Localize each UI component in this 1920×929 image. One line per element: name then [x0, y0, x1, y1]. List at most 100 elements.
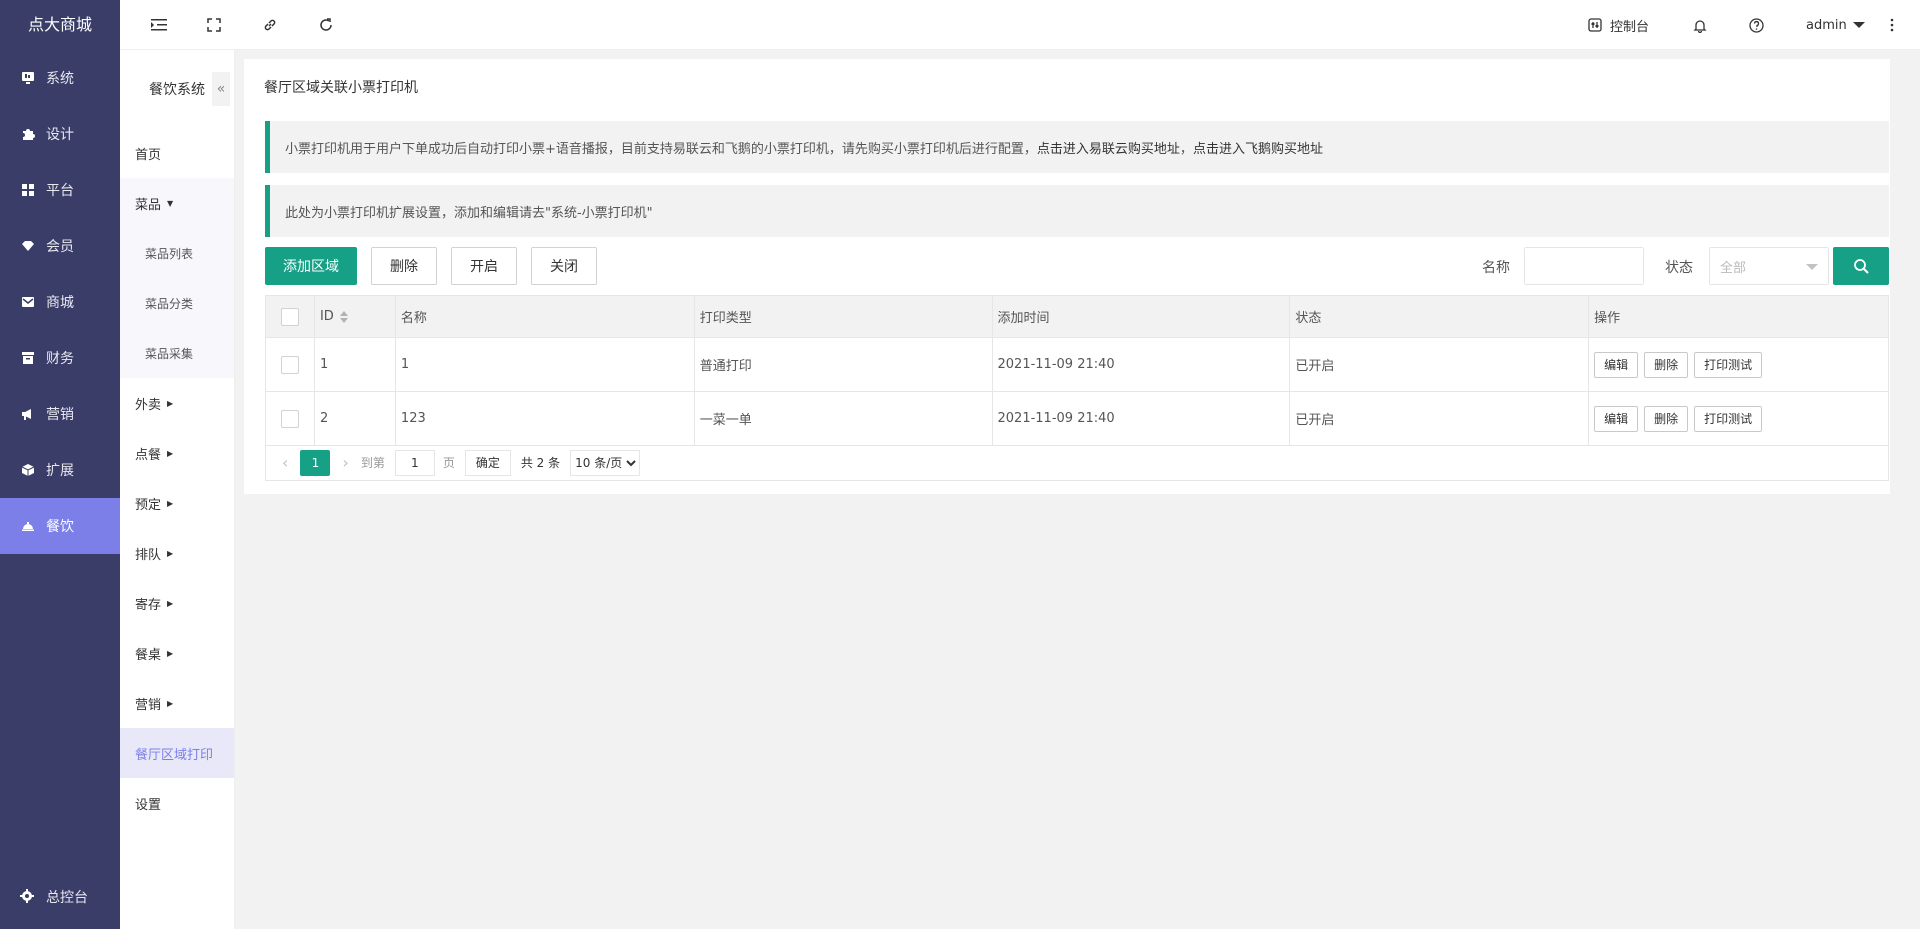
sub-nav-label: 设置	[135, 797, 162, 813]
search-button[interactable]	[1833, 247, 1889, 285]
nav-item-label: 会员	[46, 239, 74, 255]
link-icon[interactable]	[259, 14, 281, 36]
nav-item-mall[interactable]: 商城	[0, 274, 120, 330]
sub-nav-area-print[interactable]: 餐厅区域打印	[120, 728, 234, 778]
nav-item-label: 餐饮	[46, 519, 74, 535]
sub-nav-queue[interactable]: 排队 ▶	[120, 528, 234, 578]
more-vertical-icon[interactable]	[1890, 0, 1894, 50]
name-filter-input[interactable]	[1524, 247, 1644, 285]
diamond-icon	[20, 238, 36, 254]
nav-item-extension[interactable]: 扩展	[0, 442, 120, 498]
nav-item-label: 总控台	[46, 890, 88, 906]
nav-item-system[interactable]: 系统	[0, 50, 120, 106]
nav-item-label: 设计	[46, 127, 74, 143]
help-icon[interactable]	[1749, 0, 1764, 50]
cell-name: 1	[394, 337, 695, 392]
nav-item-master-console[interactable]: 总控台	[0, 877, 120, 917]
sub-nav-order[interactable]: 点餐 ▶	[120, 428, 234, 478]
row-delete-button[interactable]: 删除	[1644, 405, 1689, 432]
nav-item-catering[interactable]: 餐饮	[0, 498, 120, 554]
sub-sidebar-title: 餐饮系统	[149, 82, 205, 98]
cell-id: 1	[313, 337, 396, 392]
caret-right-icon: ▶	[167, 548, 174, 558]
select-all-cell	[265, 295, 315, 338]
enable-button[interactable]: 开启	[451, 247, 517, 285]
cell-print-type: 一菜一单	[693, 391, 993, 446]
sub-nav-reserve[interactable]: 预定 ▶	[120, 478, 234, 528]
nav-item-label: 扩展	[46, 463, 74, 479]
cell-name: 123	[394, 391, 695, 446]
goto-confirm-button[interactable]: 确定	[464, 449, 511, 476]
caret-right-icon: ▶	[167, 698, 174, 708]
console-link[interactable]: 控制台	[1588, 0, 1649, 50]
caret-right-icon: ▶	[167, 498, 174, 508]
sub-nav-dish-list[interactable]: 菜品列表	[120, 228, 234, 278]
sub-nav-label: 菜品列表	[145, 246, 194, 261]
sub-nav-label: 外卖	[135, 397, 162, 413]
prev-page-icon[interactable]: ‹	[282, 453, 288, 472]
sub-nav-label: 餐桌	[135, 647, 162, 663]
row-checkbox[interactable]	[280, 355, 299, 374]
sub-nav-dishes[interactable]: 菜品 ▼	[120, 178, 234, 228]
column-header-id[interactable]: ID	[313, 295, 396, 338]
bell-icon[interactable]	[1693, 0, 1707, 50]
nav-item-design[interactable]: 设计	[0, 106, 120, 162]
top-header: 控制台 admin	[120, 0, 1920, 50]
caret-right-icon: ▶	[167, 398, 174, 408]
nav-item-marketing[interactable]: 营销	[0, 386, 120, 442]
food-cover-icon	[20, 518, 36, 534]
tip-text: 此处为小票打印机扩展设置，添加和编辑请去"系统-小票打印机"	[285, 205, 653, 221]
double-chevron-left-icon: «	[216, 81, 226, 97]
sub-nav-home[interactable]: 首页	[120, 128, 234, 178]
status-filter-select[interactable]: 全部	[1709, 247, 1829, 285]
fullscreen-icon[interactable]	[203, 14, 225, 36]
table-header-row: ID 名称 打印类型 添加时间 状态 操作	[265, 295, 1889, 338]
row-select-cell	[265, 337, 315, 392]
caret-right-icon: ▶	[167, 448, 174, 458]
row-checkbox[interactable]	[280, 409, 299, 428]
page-size-select[interactable]: 10 条/页 20 条/页 30 条/页	[570, 449, 641, 476]
page-title: 餐厅区域关联小票打印机	[264, 80, 418, 96]
sort-icon[interactable]	[339, 310, 348, 323]
cell-add-time: 2021-11-09 21:40	[991, 391, 1291, 446]
print-test-button[interactable]: 打印测试	[1694, 405, 1763, 432]
feie-buy-link[interactable]: 点击进入飞鹅购买地址	[1193, 138, 1323, 157]
next-page-icon[interactable]: ›	[342, 453, 348, 472]
megaphone-icon	[20, 406, 36, 422]
console-icon	[1588, 18, 1602, 32]
select-all-checkbox[interactable]	[280, 307, 299, 326]
caret-right-icon: ▶	[167, 648, 174, 658]
sub-nav-label: 寄存	[135, 597, 162, 613]
tip-text: 小票打印机用于用户下单成功后自动打印小票+语音播报，目前支持易联云和飞鹅的小票打…	[285, 141, 1037, 157]
edit-button[interactable]: 编辑	[1594, 405, 1639, 432]
sub-nav-tables[interactable]: 餐桌 ▶	[120, 628, 234, 678]
edit-button[interactable]: 编辑	[1594, 351, 1639, 378]
nav-item-member[interactable]: 会员	[0, 218, 120, 274]
current-page-button[interactable]: 1	[300, 449, 331, 476]
menu-toggle-icon[interactable]	[148, 14, 170, 36]
goto-page-input[interactable]	[394, 449, 435, 476]
nav-item-platform[interactable]: 平台	[0, 162, 120, 218]
refresh-icon[interactable]	[315, 14, 337, 36]
info-tip-extension: 此处为小票打印机扩展设置，添加和编辑请去"系统-小票打印机"	[265, 185, 1889, 237]
disable-button[interactable]: 关闭	[531, 247, 597, 285]
sub-nav-label: 菜品采集	[145, 346, 194, 361]
collapse-sidebar-button[interactable]: «	[212, 72, 230, 106]
sub-nav-dish-collect[interactable]: 菜品采集	[120, 328, 234, 378]
delete-button[interactable]: 删除	[371, 247, 437, 285]
row-delete-button[interactable]: 删除	[1644, 351, 1689, 378]
user-menu[interactable]: admin	[1806, 0, 1865, 50]
sub-nav-storage[interactable]: 寄存 ▶	[120, 578, 234, 628]
table-row: 2 123 一菜一单 2021-11-09 21:40 已开启 编辑 删除 打印测试	[265, 391, 1889, 446]
sub-nav-label: 菜品	[135, 197, 162, 213]
sub-nav-takeout[interactable]: 外卖 ▶	[120, 378, 234, 428]
nav-item-finance[interactable]: 财务	[0, 330, 120, 386]
sub-nav-settings[interactable]: 设置	[120, 778, 234, 828]
print-test-button[interactable]: 打印测试	[1694, 351, 1763, 378]
sub-nav-dish-category[interactable]: 菜品分类	[120, 278, 234, 328]
sub-nav-marketing[interactable]: 营销 ▶	[120, 678, 234, 728]
yilianyun-buy-link[interactable]: 点击进入易联云购买地址	[1037, 138, 1180, 157]
nav-item-label: 平台	[46, 183, 74, 199]
add-area-button[interactable]: 添加区域	[265, 247, 357, 285]
cell-actions: 编辑 删除 打印测试	[1588, 391, 1889, 446]
